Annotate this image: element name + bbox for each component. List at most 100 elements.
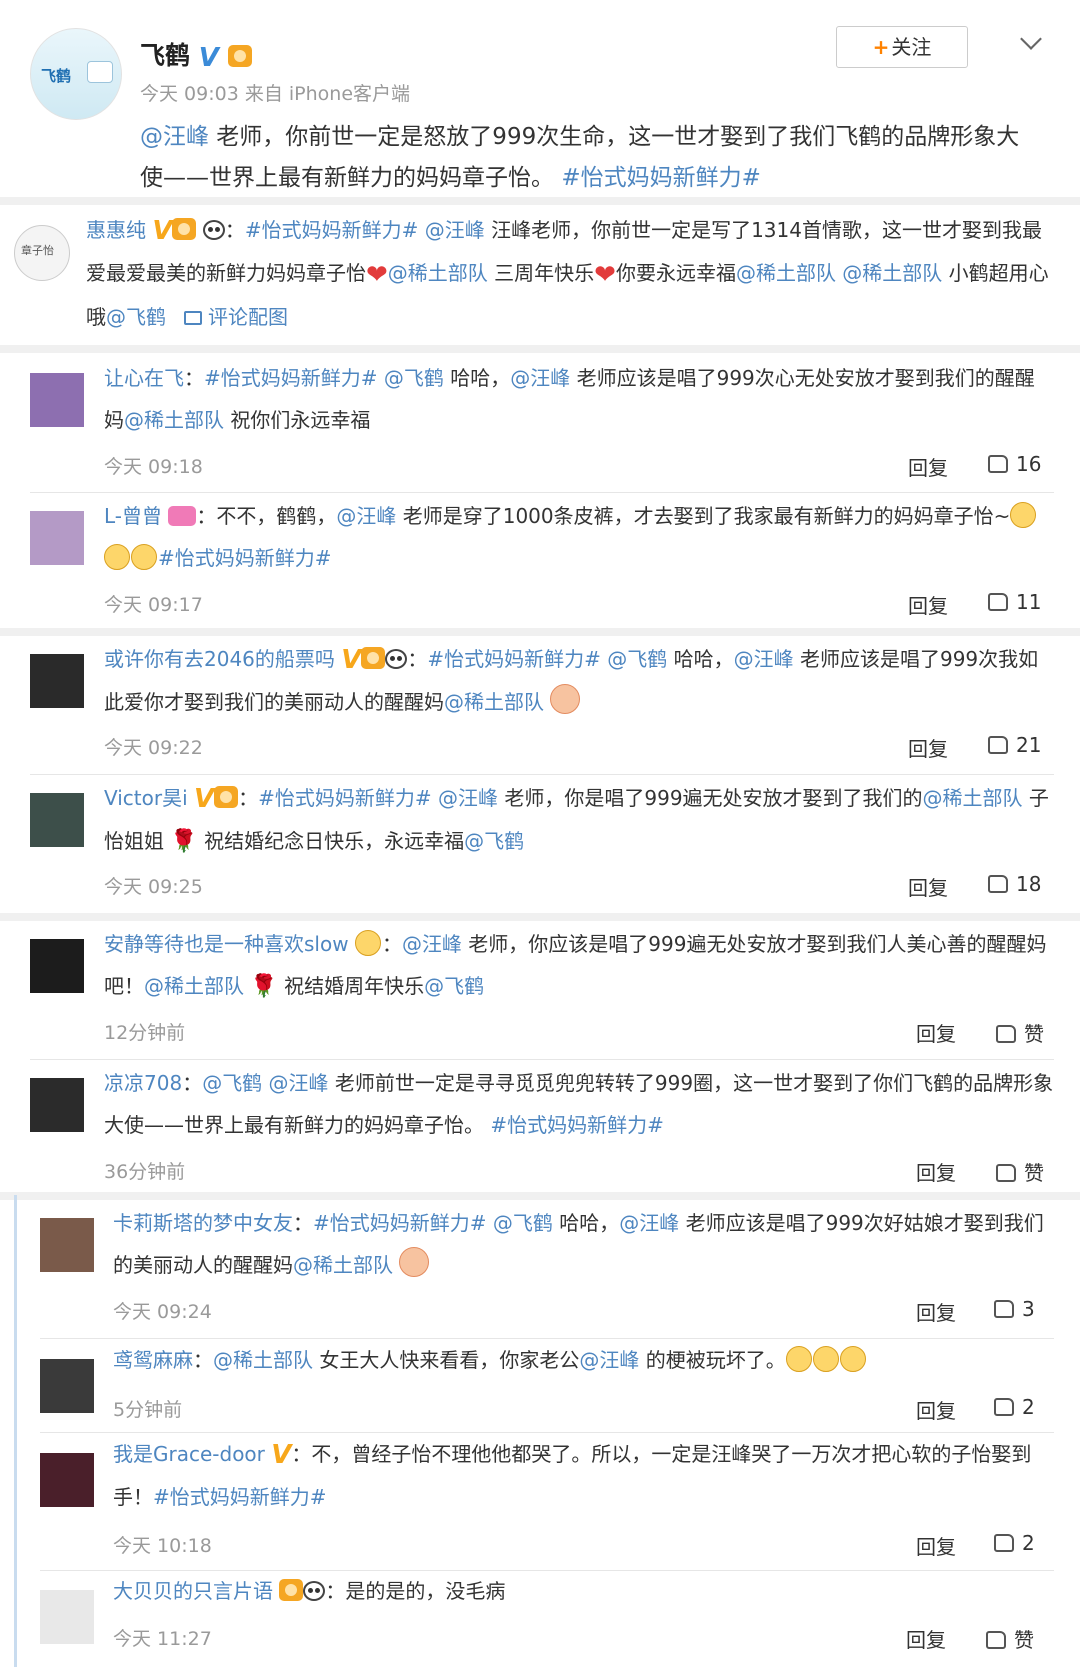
hashtag-link[interactable]: #怡式妈妈新鲜力# (153, 1485, 327, 1509)
rose-icon: 🌹 (170, 829, 198, 854)
like-button[interactable]: 赞 (986, 1624, 1034, 1653)
panda-icon (385, 649, 408, 669)
post-text: @汪峰 老师，你前世一定是怒放了999次生命，这一世才娶到了我们飞鹤的品牌形象大… (140, 117, 1040, 199)
author-name[interactable]: 飞鹤 (140, 41, 190, 70)
commenter-avatar[interactable] (40, 1590, 94, 1644)
commenter-avatar[interactable] (30, 1078, 84, 1132)
commenter-name[interactable]: Victor昊i (104, 786, 188, 810)
mention-link[interactable]: @稀土部队 (388, 261, 488, 285)
comment-time: 36分钟前 (104, 1161, 186, 1183)
commenter-name[interactable]: L-曾曾 (104, 504, 162, 528)
level-badge-icon (361, 647, 386, 669)
mention-link[interactable]: @汪峰 (579, 1348, 639, 1372)
mention-link[interactable]: @汪峰 (336, 504, 396, 528)
commenter-avatar[interactable] (40, 1359, 94, 1413)
reply-button[interactable]: 回复 (908, 590, 948, 619)
commenter-avatar[interactable] (30, 511, 84, 565)
mention-link[interactable]: @稀土部队 (444, 690, 544, 714)
commenter-name[interactable]: 鸢鸳麻麻 (113, 1348, 193, 1372)
commenter-avatar[interactable] (30, 654, 84, 708)
commenter-avatar[interactable] (30, 373, 84, 427)
mention-link[interactable]: @汪峰 (140, 124, 209, 150)
mention-link[interactable]: @稀土部队 (144, 974, 244, 998)
reply-thread-bar (14, 1195, 17, 1667)
author-avatar[interactable]: 飞鹤 (30, 28, 122, 120)
commenter-avatar[interactable] (30, 939, 84, 993)
mention-link[interactable]: @稀土部队 @稀土部队 (736, 261, 942, 285)
like-button[interactable]: 18 (988, 872, 1041, 896)
commenter-name[interactable]: 惠惠纯 (86, 218, 146, 242)
comment-time: 5分钟前 (113, 1399, 183, 1421)
commenter-name[interactable]: 凉凉708 (104, 1071, 182, 1095)
reply-button[interactable]: 回复 (908, 452, 948, 481)
level-badge-icon (214, 786, 239, 808)
mention-link[interactable]: @稀土部队 (923, 786, 1023, 810)
hashtag-link[interactable]: #怡式妈妈新鲜力# @飞鹤 (427, 647, 667, 671)
like-button[interactable]: 11 (988, 590, 1041, 614)
like-button[interactable]: 2 (994, 1395, 1035, 1419)
chevron-down-icon[interactable] (1020, 28, 1042, 50)
level-badge-icon (172, 218, 197, 240)
comment-body: ：是的是的，没毛病 (325, 1579, 506, 1603)
hashtag-link[interactable]: #怡式妈妈新鲜力# (158, 546, 332, 570)
comment-body: 老师，你是唱了999遍无处安放才娶到了我们的 (498, 786, 923, 810)
avatar-logo-text: 飞鹤 (41, 67, 72, 85)
commenter-name[interactable]: 安静等待也是一种喜欢slow (104, 932, 349, 956)
reply-button[interactable]: 回复 (908, 872, 948, 901)
comment-time: 今天 09:18 (104, 456, 203, 478)
mention-link[interactable]: @汪峰 (734, 647, 794, 671)
comment-time: 12分钟前 (104, 1022, 186, 1044)
hashtag-link[interactable]: #怡式妈妈新鲜力# @汪峰 (258, 786, 498, 810)
hashtag-link[interactable]: #怡式妈妈新鲜力# @汪峰 (245, 218, 485, 242)
comment-text: Victor昊i V ：#怡式妈妈新鲜力# @汪峰 老师，你是唱了999遍无处安放… (104, 777, 1054, 863)
hashtag-link[interactable]: #怡式妈妈新鲜力# (561, 165, 761, 191)
reply-button[interactable]: 回复 (906, 1624, 946, 1653)
commenter-avatar[interactable] (30, 793, 84, 847)
level-badge-icon (227, 45, 252, 67)
mention-link[interactable]: @飞鹤 (424, 974, 484, 998)
reply-button[interactable]: 回复 (916, 1531, 956, 1560)
like-button[interactable]: 21 (988, 733, 1041, 757)
follow-button[interactable]: + 关注 (836, 26, 968, 68)
comment-text: 鸢鸳麻麻：@稀土部队 女王大人快来看看，你家老公@汪峰 的梗被玩坏了。 (113, 1339, 1058, 1381)
commenter-name[interactable]: 让心在飞 (104, 366, 184, 390)
comment-text: 惠惠纯 V ：#怡式妈妈新鲜力# @汪峰 汪峰老师，你前世一定是写了1314首情… (86, 209, 1061, 338)
thumb-up-icon (988, 593, 1008, 611)
grin-emoji-icon (1010, 502, 1037, 528)
mention-link[interactable]: @飞鹤 (106, 305, 166, 329)
reply-button[interactable]: 回复 (908, 733, 948, 762)
mention-link[interactable]: @飞鹤 (464, 829, 524, 853)
commenter-name[interactable]: 或许你有去2046的船票吗 (104, 647, 335, 671)
mention-link[interactable]: @稀土部队 (213, 1348, 313, 1372)
mention-link[interactable]: @汪峰 (510, 366, 570, 390)
comment-body: 哈哈， (552, 1211, 620, 1235)
like-button[interactable]: 赞 (996, 1018, 1044, 1047)
hashtag-link[interactable]: #怡式妈妈新鲜力# @飞鹤 (204, 366, 444, 390)
mention-link[interactable]: @汪峰 (402, 932, 462, 956)
like-button[interactable]: 赞 (996, 1157, 1044, 1186)
comment-text: 凉凉708：@飞鹤 @汪峰 老师前世一定是寻寻觅觅兜兜转转了999圈，这一世才娶… (104, 1071, 1054, 1137)
commenter-name[interactable]: 我是Grace-door (113, 1442, 265, 1466)
like-button[interactable]: 3 (994, 1297, 1035, 1321)
reply-button[interactable]: 回复 (916, 1395, 956, 1424)
like-button[interactable]: 2 (994, 1531, 1035, 1555)
comment-time: 今天 11:27 (113, 1628, 212, 1650)
mention-link[interactable]: @汪峰 (619, 1211, 679, 1235)
commenter-avatar[interactable] (40, 1218, 94, 1272)
hashtag-link[interactable]: #怡式妈妈新鲜力# (490, 1113, 664, 1137)
mention-link[interactable]: @稀土部队 (293, 1253, 393, 1277)
heart-badge-icon (168, 506, 197, 526)
commenter-name[interactable]: 大贝贝的只言片语 (113, 1579, 273, 1603)
reply-button[interactable]: 回复 (916, 1018, 956, 1047)
reply-button[interactable]: 回复 (916, 1157, 956, 1186)
commenter-avatar[interactable] (40, 1453, 94, 1507)
hashtag-link[interactable]: #怡式妈妈新鲜力# @飞鹤 (313, 1211, 553, 1235)
commenter-name[interactable]: 卡莉斯塔的梦中女友 (113, 1211, 293, 1235)
comment-picture-link[interactable]: 评论配图 (208, 305, 288, 329)
comment-time: 今天 09:22 (104, 737, 203, 759)
reply-button[interactable]: 回复 (916, 1297, 956, 1326)
mention-link[interactable]: @飞鹤 @汪峰 (202, 1071, 328, 1095)
like-button[interactable]: 16 (988, 452, 1041, 476)
commenter-avatar[interactable]: 章子怡 (14, 225, 70, 281)
mention-link[interactable]: @稀土部队 (124, 408, 224, 432)
